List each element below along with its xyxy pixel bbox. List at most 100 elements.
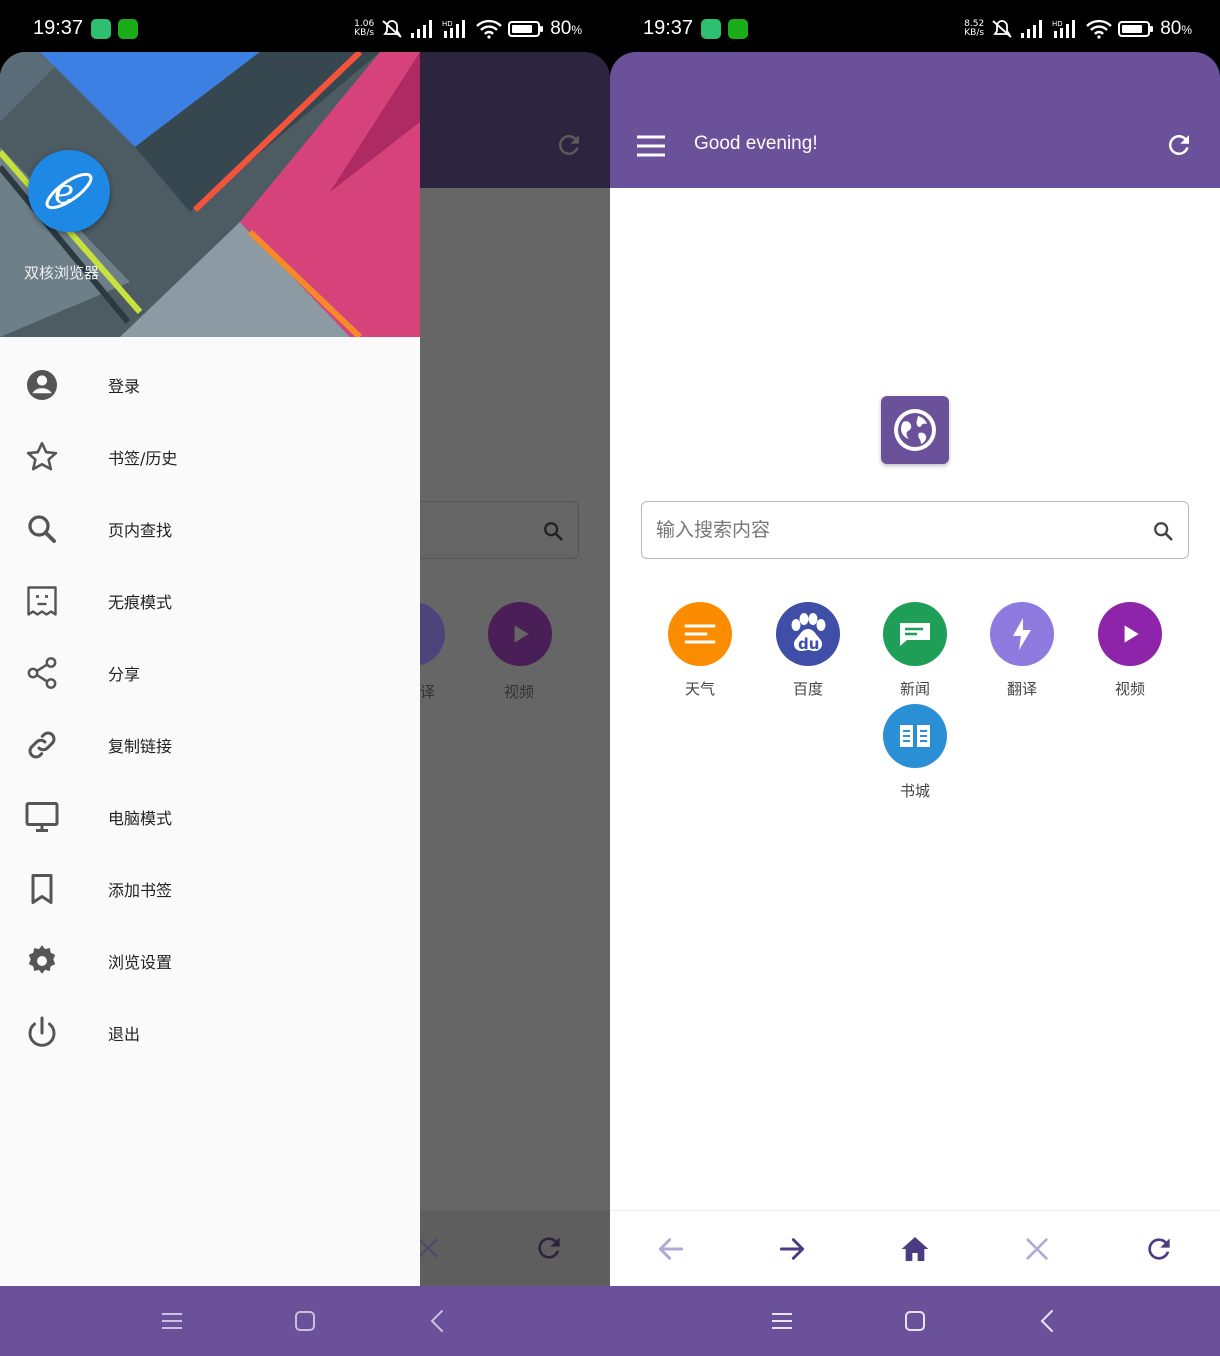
svg-text:du: du — [798, 635, 819, 653]
drawer-item-label: 复制链接 — [108, 737, 173, 756]
baidu-paw-icon: du — [791, 613, 826, 653]
network-speed: 1.06 KB/s — [354, 19, 375, 38]
drawer-item-copy-link[interactable]: 复制链接 — [0, 709, 420, 781]
recent-apps-icon[interactable] — [159, 1308, 185, 1334]
network-speed: 8.52 KB/s — [964, 19, 985, 38]
gear-icon — [28, 945, 56, 974]
drawer-item-label: 浏览设置 — [108, 953, 173, 972]
share-icon — [27, 657, 57, 689]
browser-bottom-nav — [610, 1210, 1220, 1286]
drawer-item-add-bookmark[interactable]: 添加书签 — [0, 853, 420, 925]
app-logo-icon: e — [28, 150, 110, 232]
hamburger-menu-icon[interactable] — [636, 132, 666, 160]
mute-icon — [992, 20, 1012, 38]
wechat-icon — [118, 19, 138, 39]
dimmed-shortcut-video — [488, 602, 552, 666]
drawer-item-find-in-page[interactable]: 页内查找 — [0, 493, 420, 565]
shortcut-news[interactable]: 新闻 — [870, 602, 960, 699]
refresh-icon[interactable] — [1164, 130, 1194, 160]
search-icon — [544, 522, 563, 541]
shortcut-translate-circle — [990, 602, 1054, 666]
home-icon[interactable] — [899, 1233, 931, 1265]
refresh-icon — [538, 1237, 560, 1259]
app-bar: Good evening! — [610, 52, 1220, 188]
shortcut-video[interactable]: 视频 — [1085, 602, 1175, 699]
drawer-item-bookmarks-history[interactable]: 书签/历史 — [0, 421, 420, 493]
link-icon — [28, 731, 56, 759]
svg-text:e: e — [54, 172, 74, 212]
wifi-icon — [476, 19, 503, 39]
shortcut-label: 天气 — [684, 680, 715, 698]
drawer-item-label: 登录 — [108, 377, 141, 396]
close-icon[interactable] — [1021, 1233, 1053, 1265]
shortcut-label: 新闻 — [899, 680, 930, 698]
shortcut-bookstore-circle — [883, 704, 947, 768]
shortcut-weather[interactable]: 天气 — [655, 602, 745, 699]
home-square-icon[interactable] — [292, 1308, 318, 1334]
status-indicators: 8.52 KB/s HD 80% — [964, 16, 1192, 42]
clock: 19:37 — [643, 17, 694, 39]
back-chevron-icon[interactable] — [425, 1308, 451, 1334]
app-name: 双核浏览器 — [24, 264, 100, 282]
battery-icon — [1118, 21, 1154, 37]
drawer-item-exit[interactable]: 退出 — [0, 997, 420, 1069]
play-icon — [514, 625, 529, 643]
refresh-icon[interactable] — [1143, 1233, 1175, 1265]
shortcut-video-circle — [1098, 602, 1162, 666]
weather-icon — [684, 624, 716, 644]
signal-icon — [411, 20, 433, 38]
drawer-item-label: 电脑模式 — [108, 809, 173, 828]
browser-home-screen: 19:37 8.52 KB/s HD 80% Good evening! 输入搜… — [610, 0, 1220, 1356]
shortcut-weather-circle — [668, 602, 732, 666]
shortcut-translate[interactable]: 翻译 — [977, 602, 1067, 699]
shortcut-label: 百度 — [792, 680, 823, 698]
home-square-icon[interactable] — [902, 1308, 928, 1334]
shortcut-label: 视频 — [1114, 680, 1145, 698]
back-chevron-icon[interactable] — [1035, 1308, 1061, 1334]
drawer-item-label: 页内查找 — [108, 521, 173, 540]
system-navigation-bar — [0, 1286, 610, 1356]
recent-apps-icon[interactable] — [769, 1308, 795, 1334]
drawer-item-label: 添加书签 — [108, 881, 173, 900]
back-arrow-icon[interactable] — [655, 1233, 687, 1265]
shortcut-bookstore[interactable]: 书城 — [870, 704, 960, 801]
system-navigation-bar — [610, 1286, 1220, 1356]
drawer-header: e 双核浏览器 — [0, 52, 420, 337]
globe-logo — [881, 396, 949, 464]
search-input[interactable] — [656, 512, 1136, 548]
drawer-item-label: 分享 — [108, 665, 141, 684]
account-circle-icon — [27, 370, 57, 400]
drawer-item-share[interactable]: 分享 — [0, 637, 420, 709]
drawer-item-label: 退出 — [108, 1025, 141, 1044]
search-icon — [28, 515, 56, 543]
wechat-icon — [728, 19, 748, 39]
drawer-item-incognito[interactable]: 无痕模式 — [0, 565, 420, 637]
drawer-item-desktop-mode[interactable]: 电脑模式 — [0, 781, 420, 853]
shortcut-label: 翻译 — [1006, 680, 1037, 698]
incognito-icon — [27, 586, 57, 616]
globe-icon — [894, 409, 936, 451]
dimmed-label-video: 视频 — [504, 683, 535, 701]
status-indicators: 1.06 KB/s HD 80% — [354, 16, 582, 42]
signal-icon — [1021, 20, 1043, 38]
home-content: 天气 du 百度 新闻 翻译 视频 — [610, 188, 1220, 1210]
drawer-item-label: 书签/历史 — [108, 449, 178, 468]
book-icon — [900, 725, 930, 747]
svg-text:HD: HD — [442, 20, 453, 28]
dimmed-label-translate: 译 — [420, 683, 436, 701]
power-icon — [28, 1016, 56, 1047]
security-app-icon — [701, 19, 721, 39]
signal-hd-icon: HD — [442, 20, 466, 38]
battery-percent: 80% — [550, 18, 582, 39]
news-icon — [900, 623, 930, 646]
forward-arrow-icon[interactable] — [776, 1233, 808, 1265]
bookmark-icon — [31, 874, 53, 904]
search-box[interactable] — [641, 501, 1189, 559]
bolt-icon — [1013, 618, 1031, 650]
play-icon — [1124, 625, 1139, 643]
drawer-item-browse-settings[interactable]: 浏览设置 — [0, 925, 420, 997]
signal-hd-icon: HD — [1052, 20, 1076, 38]
shortcut-baidu[interactable]: du 百度 — [763, 602, 853, 699]
drawer-item-login[interactable]: 登录 — [0, 349, 420, 421]
search-icon[interactable] — [1152, 520, 1174, 542]
